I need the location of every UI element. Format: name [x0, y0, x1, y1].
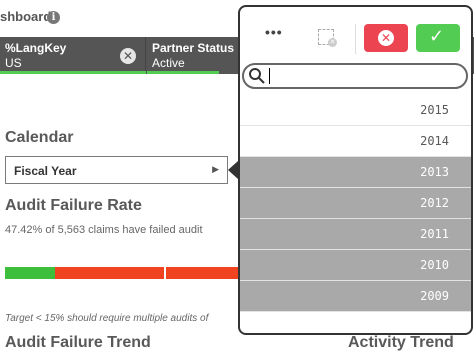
gauge-marker [164, 267, 166, 279]
audit-failure-trend-title: Audit Failure Trend [5, 334, 151, 351]
confirm-selection-button[interactable]: ✓ [416, 24, 460, 52]
list-item-2015[interactable]: 2015 [240, 95, 471, 126]
clear-selection-icon[interactable]: ✕ [318, 29, 337, 47]
list-item-2014[interactable]: 2014 [240, 126, 471, 157]
list-item-2010[interactable]: 2010 [240, 250, 471, 281]
info-icon[interactable]: i [47, 11, 60, 24]
close-icon[interactable]: ✕ [120, 48, 136, 64]
listbox-search-field[interactable] [242, 63, 468, 89]
selection-field-value: US [5, 56, 22, 70]
app-title: shboard [0, 9, 52, 24]
gauge-bad-segment [55, 267, 240, 279]
selection-field-name: %LangKey [5, 41, 67, 55]
search-icon [249, 68, 265, 84]
calendar-title: Calendar [5, 129, 74, 146]
cancel-icon: ✕ [378, 30, 394, 46]
toolbar-divider [355, 24, 356, 54]
year-list: 2015 2014 2013 2012 2011 2010 2009 [240, 95, 471, 312]
list-item-2011[interactable]: 2011 [240, 219, 471, 250]
target-note: Target < 15% should require multiple aud… [5, 313, 209, 324]
fiscal-year-listbox-popover: ••• ✕ ✕ ✓ 2015 2014 2013 2012 2011 2010 2009 [238, 5, 473, 335]
check-icon: ✓ [429, 26, 445, 47]
selection-field-name: Partner Status [152, 41, 235, 55]
gauge-good-segment [5, 267, 55, 279]
selection-chip-partner-status[interactable]: Partner Status Active [147, 37, 242, 74]
selection-chip-langkey[interactable]: %LangKey US ✕ [0, 37, 146, 74]
triangle-right-icon: ▶ [212, 164, 219, 174]
audit-summary: 47.42% of 5,563 claims have failed audit [5, 224, 203, 236]
popover-pointer [228, 161, 238, 179]
cancel-selection-button[interactable]: ✕ [364, 24, 408, 52]
audit-failure-title: Audit Failure Rate [5, 197, 142, 214]
fiscal-year-dropdown[interactable]: Fiscal Year ▶ [5, 156, 228, 184]
selection-state-stripe [0, 71, 146, 74]
selection-state-stripe [147, 71, 219, 74]
text-caret [269, 68, 270, 84]
more-options-button[interactable]: ••• [265, 24, 283, 40]
list-item-2009[interactable]: 2009 [240, 281, 471, 312]
list-item-2013[interactable]: 2013 [240, 157, 471, 188]
list-item-2012[interactable]: 2012 [240, 188, 471, 219]
activity-trend-title: Activity Trend [348, 334, 454, 351]
fiscal-year-label: Fiscal Year [14, 164, 77, 178]
selection-field-value: Active [152, 56, 185, 70]
